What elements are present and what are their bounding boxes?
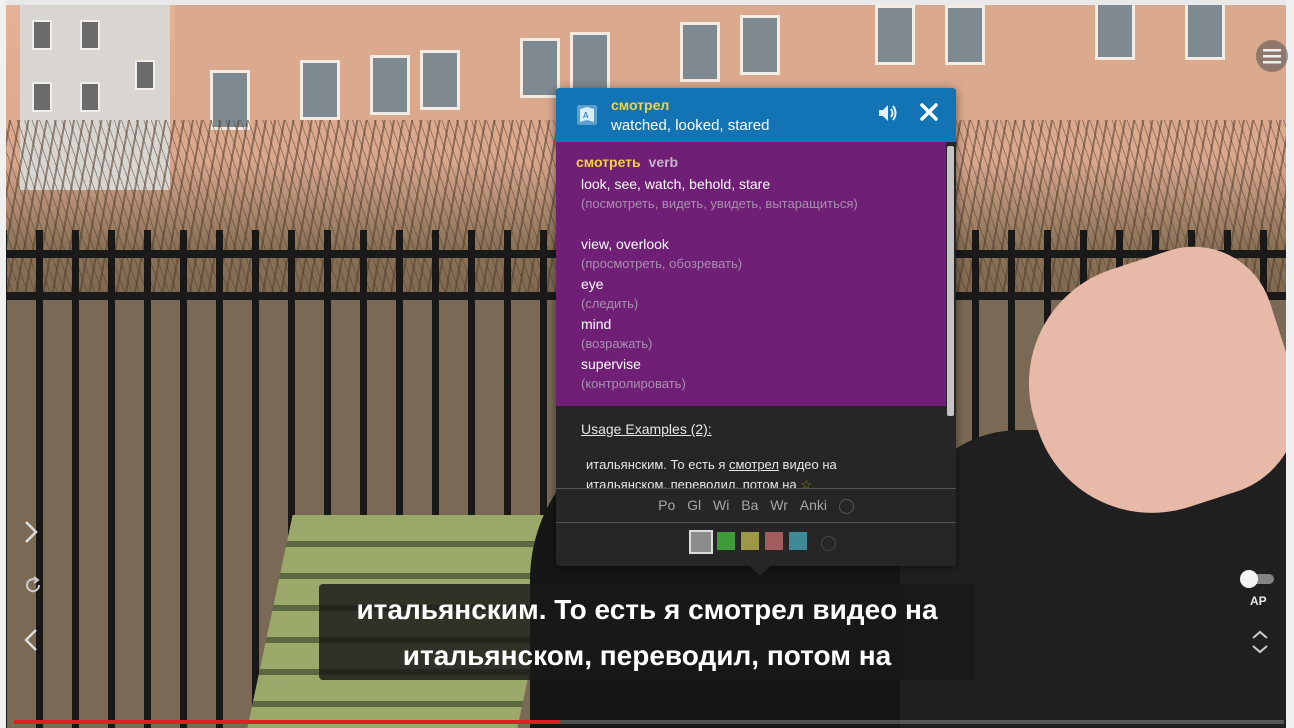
sense-item: look, see, watch, behold, stare (посмотр… xyxy=(581,174,941,214)
link-wi[interactable]: Wi xyxy=(713,497,729,513)
link-gl[interactable]: Gl xyxy=(687,497,701,513)
sense-item: view, overlook (просмотреть, обозревать) xyxy=(581,234,941,274)
popup-header: A смотрел watched, looked, stared xyxy=(556,88,956,142)
dictionary-icon: A xyxy=(576,104,598,126)
sense-english: view, overlook xyxy=(581,236,669,252)
sense-english: look, see, watch, behold, stare xyxy=(581,176,771,192)
menu-icon[interactable] xyxy=(1256,40,1288,72)
color-swatch-teal[interactable] xyxy=(789,532,807,550)
lemma: смотреть xyxy=(576,154,641,170)
link-anki[interactable]: Anki xyxy=(800,497,827,513)
color-swatch-olive[interactable] xyxy=(741,532,759,550)
popup-scrollbar[interactable] xyxy=(946,142,956,488)
subtitle-line-1[interactable]: итальянским. То есть я смотрел видео на xyxy=(319,587,975,633)
chevron-left-icon[interactable] xyxy=(24,628,38,659)
dictionary-links: Po Gl Wi Ba Wr Anki xyxy=(556,489,956,521)
autopause-toggle[interactable] xyxy=(1240,570,1276,588)
sense-english: mind xyxy=(581,316,612,332)
info-icon[interactable] xyxy=(821,536,836,551)
color-swatch-red[interactable] xyxy=(765,532,783,550)
usage-examples-link[interactable]: Usage Examples (2): xyxy=(581,421,712,437)
sense-item: eye (следить) xyxy=(581,274,941,314)
autopause-label: AP xyxy=(1250,594,1267,608)
subtitle-line-2[interactable]: итальянском, переводил, потом на xyxy=(319,633,975,679)
sense-russian: (контролировать) xyxy=(581,376,686,391)
color-swatch-grey[interactable] xyxy=(689,530,713,554)
frame-border-right xyxy=(1286,0,1294,728)
up-down-icon[interactable] xyxy=(1250,628,1270,656)
color-swatch-green[interactable] xyxy=(717,532,735,550)
popup-arrow xyxy=(750,566,770,576)
replay-icon[interactable] xyxy=(24,574,42,600)
info-icon[interactable] xyxy=(838,498,854,514)
speaker-icon[interactable] xyxy=(876,101,900,125)
sense-russian: (просмотреть, обозревать) xyxy=(581,256,743,271)
lemma-line: смотреть verb xyxy=(576,154,678,170)
svg-text:A: A xyxy=(583,111,589,120)
usage-example-text: итальянским. То есть я смотрел видео на … xyxy=(586,455,906,488)
progress-bar-fill xyxy=(14,720,561,724)
autopause-toggle-knob xyxy=(1240,570,1258,588)
example-before: итальянским. То есть я xyxy=(586,457,729,472)
sense-item: supervise (контролировать) xyxy=(581,354,941,394)
link-wr[interactable]: Wr xyxy=(770,497,788,513)
chevron-right-icon[interactable] xyxy=(24,520,38,551)
sense-english: eye xyxy=(581,276,604,292)
popup-definitions: смотреть verb look, see, watch, behold, … xyxy=(556,142,946,406)
close-icon[interactable] xyxy=(918,101,940,123)
divider xyxy=(556,522,956,523)
sense-item: mind (возражать) xyxy=(581,314,941,354)
star-icon[interactable]: ☆ xyxy=(800,477,812,488)
part-of-speech: verb xyxy=(648,154,679,170)
sense-russian: (возражать) xyxy=(581,336,653,351)
link-po[interactable]: Po xyxy=(658,497,675,513)
popup-word: смотрел xyxy=(611,97,670,113)
progress-bar[interactable] xyxy=(14,720,1284,724)
link-ba[interactable]: Ba xyxy=(741,497,758,513)
usage-examples: Usage Examples (2): итальянским. То есть… xyxy=(556,406,946,488)
dictionary-popup: A смотрел watched, looked, stared смотре… xyxy=(556,88,956,576)
subtitle-box[interactable]: итальянским. То есть я смотрел видео на … xyxy=(319,584,975,680)
frame-border-top xyxy=(0,0,1294,5)
popup-scrollbar-thumb[interactable] xyxy=(947,146,954,416)
sense-english: supervise xyxy=(581,356,641,372)
popup-translation: watched, looked, stared xyxy=(611,117,770,134)
sense-russian: (следить) xyxy=(581,296,639,311)
sense-russian: (посмотреть, видеть, увидеть, вытаращить… xyxy=(581,196,858,211)
frame-border-left xyxy=(0,0,6,728)
example-highlighted-word[interactable]: смотрел xyxy=(729,457,779,472)
